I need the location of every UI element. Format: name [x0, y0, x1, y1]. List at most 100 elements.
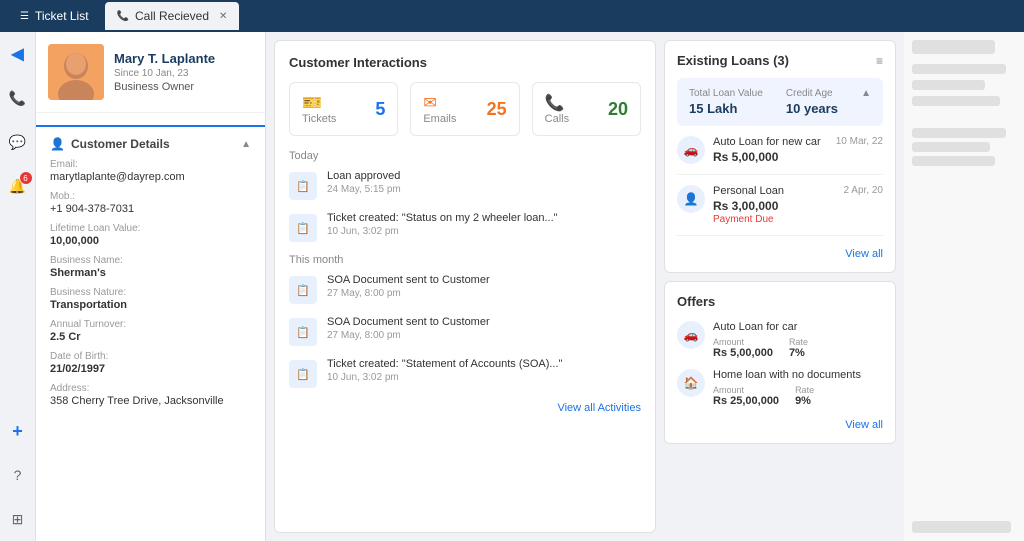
loan-1-name: Auto Loan for new car [713, 136, 821, 148]
placeholder-bar-4 [912, 96, 1000, 106]
far-right-panel [904, 32, 1024, 541]
activity-icon-3: 📋 [296, 284, 310, 297]
offer-2-name: Home loan with no documents [713, 369, 883, 381]
tab-close-button[interactable]: ✕ [219, 11, 227, 22]
customer-tab-2[interactable] [112, 113, 188, 125]
sidebar-notification[interactable]: 🔔 6 [4, 172, 32, 200]
loan-2-name: Personal Loan [713, 185, 784, 197]
activity-time-5: 10 Jun, 3:02 pm [327, 372, 641, 383]
sidebar-logo[interactable]: ◀ [4, 40, 32, 68]
loan-value-label: Lifetime Loan Value: [50, 223, 251, 234]
offers-title: Offers [677, 294, 883, 309]
business-name-label: Business Name: [50, 255, 251, 266]
activity-dot-2: 📋 [289, 214, 317, 242]
loan-1-amount: Rs 5,00,000 [713, 150, 883, 164]
ticket-list-icon: ☰ [20, 11, 29, 22]
auto-loan-icon: 🚗 [677, 136, 705, 164]
activity-title-4: SOA Document sent to Customer [327, 316, 641, 328]
business-name-value: Sherman's [50, 267, 251, 279]
activity-ticket-2wheeler: 📋 Ticket created: "Status on my 2 wheele… [289, 212, 641, 242]
loans-view-all[interactable]: View all [677, 246, 883, 260]
loan-value: 10,00,000 [50, 235, 251, 247]
offer-2-icon: 🏠 [677, 369, 705, 397]
activity-content-2: Ticket created: "Status on my 2 wheeler … [327, 212, 641, 237]
call-received-icon: 📞 [117, 11, 129, 22]
logo-icon: ◀ [11, 44, 23, 64]
interactions-title: Customer Interactions [289, 55, 641, 70]
customer-tab-1[interactable] [36, 113, 112, 127]
right-column: Existing Loans (3) ≡ Total Loan Value 15… [664, 32, 904, 541]
business-nature-label: Business Nature: [50, 287, 251, 298]
sidebar: ◀ 📞 💬 🔔 6 + ? ⊞ [0, 32, 36, 541]
topbar: ☰ Ticket List 📞 Call Recieved ✕ [0, 0, 1024, 32]
loans-panel: Existing Loans (3) ≡ Total Loan Value 15… [664, 40, 896, 273]
activity-content-5: Ticket created: "Statement of Accounts (… [327, 358, 641, 383]
activity-dot-4: 📋 [289, 318, 317, 346]
offer-1-amount-label: Amount [713, 337, 773, 347]
offer-1-row: Amount Rs 5,00,000 Rate 7% [713, 337, 883, 359]
offers-panel: Offers 🚗 Auto Loan for car Amount Rs 5,0… [664, 281, 896, 444]
dob-label: Date of Birth: [50, 351, 251, 362]
customer-tab-3[interactable] [189, 113, 265, 125]
this-month-label: This month [289, 254, 641, 266]
sidebar-add[interactable]: + [4, 417, 32, 445]
stats-row: 🎫 Tickets 5 ✉ Emails 25 📞 Calls 20 [289, 82, 641, 136]
offer-2-details: Home loan with no documents Amount Rs 25… [713, 369, 883, 407]
email-label: Email: [50, 159, 251, 170]
emails-label: Emails [423, 113, 456, 125]
loan-summary: Total Loan Value 15 Lakh Credit Age 10 y… [677, 78, 883, 126]
notification-badge: 6 [20, 172, 32, 184]
customer-details-icon: 👤 [50, 137, 65, 151]
offers-view-all[interactable]: View all [677, 417, 883, 431]
view-all-activities[interactable]: View all Activities [289, 400, 641, 414]
tab-call-received-label: Call Recieved [135, 9, 209, 23]
activity-ticket-soa: 📋 Ticket created: "Statement of Accounts… [289, 358, 641, 388]
chevron-up-icon: ▲ [241, 139, 251, 150]
activity-soa-2: 📋 SOA Document sent to Customer 27 May, … [289, 316, 641, 346]
tickets-icon: 🎫 [302, 95, 322, 112]
activity-title-5: Ticket created: "Statement of Accounts (… [327, 358, 641, 370]
activity-content-3: SOA Document sent to Customer 27 May, 8:… [327, 274, 641, 299]
placeholder-bottom [912, 521, 1016, 533]
activity-time-1: 24 May, 5:15 pm [327, 184, 641, 195]
loans-view-all-link[interactable]: View all [845, 248, 883, 260]
activity-loan-approved: 📋 Loan approved 24 May, 5:15 pm [289, 170, 641, 200]
mob-value: +1 904-378-7031 [50, 203, 251, 215]
stat-tickets-left: 🎫 Tickets [302, 93, 336, 125]
credit-age-label: Credit Age [786, 88, 838, 99]
help-icon: ? [14, 467, 22, 483]
phone-icon: 📞 [9, 90, 26, 107]
offer-2-amount-label: Amount [713, 385, 779, 395]
placeholder-bar-7 [912, 156, 995, 166]
offers-view-all-link[interactable]: View all [845, 419, 883, 431]
add-icon: + [12, 421, 23, 442]
loan-1-date: 10 Mar, 22 [836, 136, 883, 148]
activity-icon-1: 📋 [296, 180, 310, 193]
loans-title: Existing Loans (3) [677, 53, 789, 68]
activity-title-3: SOA Document sent to Customer [327, 274, 641, 286]
activity-title-2: Ticket created: "Status on my 2 wheeler … [327, 212, 641, 224]
sidebar-chat[interactable]: 💬 [4, 128, 32, 156]
grid-icon: ⊞ [12, 511, 24, 528]
offer-2-amount-col: Amount Rs 25,00,000 [713, 385, 779, 407]
stat-tickets: 🎫 Tickets 5 [289, 82, 398, 136]
sidebar-phone[interactable]: 📞 [4, 84, 32, 112]
chevron-up-loans-icon[interactable]: ▲ [861, 88, 871, 99]
customer-panel: Mary T. Laplante Since 10 Jan, 23 Busine… [36, 32, 266, 541]
tab-call-received[interactable]: 📞 Call Recieved ✕ [105, 2, 240, 30]
sidebar-grid[interactable]: ⊞ [4, 505, 32, 533]
sidebar-help[interactable]: ? [4, 461, 32, 489]
stat-calls-left: 📞 Calls [545, 93, 569, 125]
customer-details-header[interactable]: 👤 Customer Details ▲ [50, 137, 251, 151]
emails-value: 25 [487, 99, 507, 120]
tab-ticket-list[interactable]: ☰ Ticket List [8, 2, 101, 30]
calls-value: 20 [608, 99, 628, 120]
chat-icon: 💬 [9, 134, 26, 151]
customer-avatar [48, 44, 104, 100]
main-layout: ◀ 📞 💬 🔔 6 + ? ⊞ [0, 32, 1024, 541]
offer-2-amount-value: Rs 25,00,000 [713, 395, 779, 407]
view-all-activities-link[interactable]: View all Activities [557, 402, 641, 414]
customer-role: Business Owner [114, 81, 253, 93]
filter-icon[interactable]: ≡ [876, 54, 883, 68]
offer-1-rate-label: Rate [789, 337, 808, 347]
